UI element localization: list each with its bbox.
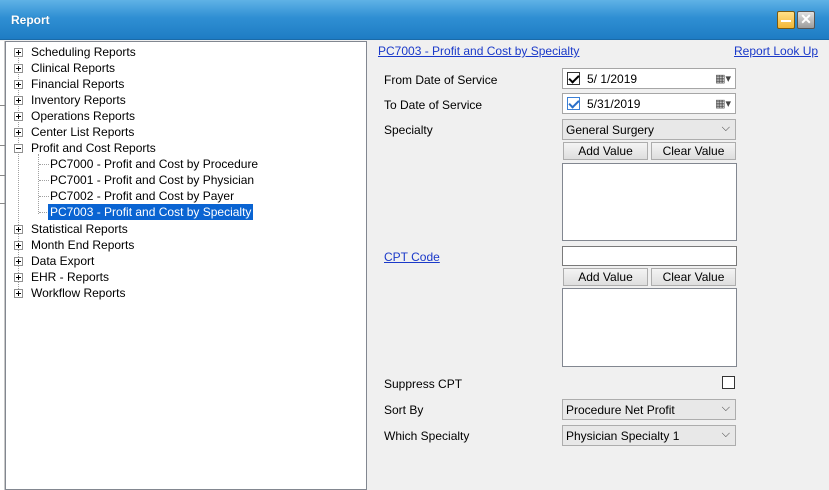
expand-icon[interactable] [14, 128, 23, 137]
tree-item-label[interactable]: Month End Reports [31, 237, 134, 253]
from-date-picker[interactable]: 5/ 1/2019 ▦▾ [562, 68, 736, 89]
sort-by-select[interactable]: Procedure Net Profit ⌵ [562, 399, 736, 420]
from-date-label: From Date of Service [384, 73, 498, 87]
report-tree[interactable]: Scheduling Reports Clinical Reports Fina… [5, 41, 367, 490]
from-date-checkbox[interactable] [567, 72, 580, 85]
from-date-value: 5/ 1/2019 [587, 72, 638, 86]
expand-icon[interactable] [14, 80, 23, 89]
tree-item-label[interactable]: EHR - Reports [31, 269, 109, 285]
expand-icon[interactable] [14, 96, 23, 105]
tree-item-label[interactable]: Profit and Cost Reports [31, 140, 156, 156]
title-bar: Report ✕ [0, 0, 829, 40]
to-date-picker[interactable]: 5/31/2019 ▦▾ [562, 93, 736, 114]
tree-item-label[interactable]: Statistical Reports [31, 221, 128, 237]
tree-item-label[interactable]: Center List Reports [31, 124, 134, 140]
expand-icon[interactable] [14, 257, 23, 266]
which-specialty-select[interactable]: Physician Specialty 1 ⌵ [562, 425, 736, 446]
tree-child-pc7003-selected[interactable]: PC7003 - Profit and Cost by Specialty [48, 204, 254, 220]
tree-item-label[interactable]: Operations Reports [31, 108, 135, 124]
sort-by-label: Sort By [384, 403, 424, 417]
close-icon[interactable]: ✕ [797, 11, 815, 29]
chevron-down-icon[interactable]: ⌵ [722, 428, 730, 441]
window-title: Report [11, 13, 50, 27]
specialty-clear-value-button[interactable]: Clear Value [651, 142, 736, 160]
cpt-clear-value-button[interactable]: Clear Value [651, 268, 736, 286]
tree-item-label[interactable]: Clinical Reports [31, 60, 115, 76]
report-lookup-link[interactable]: Report Look Up [734, 44, 818, 58]
tree-item-label[interactable]: Financial Reports [31, 76, 124, 92]
tree-child-pc7000[interactable]: PC7000 - Profit and Cost by Procedure [50, 156, 258, 172]
expand-icon[interactable] [14, 225, 23, 234]
cpt-code-input[interactable] [562, 246, 737, 266]
suppress-cpt-label: Suppress CPT [384, 377, 463, 391]
tree-item-label[interactable]: Workflow Reports [31, 285, 125, 301]
collapse-icon[interactable] [14, 144, 23, 153]
tree-child-pc7002[interactable]: PC7002 - Profit and Cost by Payer [50, 188, 234, 204]
expand-icon[interactable] [14, 64, 23, 73]
expand-icon[interactable] [14, 241, 23, 250]
calendar-icon[interactable]: ▦▾ [715, 97, 731, 110]
report-parameters-panel: PC7003 - Profit and Cost by Specialty Re… [367, 41, 829, 490]
cpt-values-list[interactable] [562, 288, 737, 367]
to-date-checkbox[interactable] [567, 97, 580, 110]
chevron-down-icon[interactable]: ⌵ [722, 402, 730, 415]
to-date-value: 5/31/2019 [587, 97, 641, 111]
which-specialty-label: Which Specialty [384, 429, 470, 443]
tree-child-pc7001[interactable]: PC7001 - Profit and Cost by Physician [50, 172, 254, 188]
chevron-down-icon[interactable]: ⌵ [722, 122, 730, 135]
expand-icon[interactable] [14, 273, 23, 282]
report-title-link[interactable]: PC7003 - Profit and Cost by Specialty [378, 44, 579, 58]
specialty-value: General Surgery [566, 123, 655, 137]
specialty-values-list[interactable] [562, 163, 737, 241]
which-specialty-value: Physician Specialty 1 [566, 429, 680, 443]
suppress-cpt-checkbox[interactable] [722, 376, 735, 389]
calendar-icon[interactable]: ▦▾ [715, 72, 731, 85]
minimize-icon[interactable] [777, 11, 795, 29]
tree-item-label[interactable]: Data Export [31, 253, 94, 269]
sort-by-value: Procedure Net Profit [566, 403, 675, 417]
expand-icon[interactable] [14, 289, 23, 298]
specialty-label: Specialty [384, 123, 433, 137]
to-date-label: To Date of Service [384, 98, 483, 112]
expand-icon[interactable] [14, 48, 23, 57]
tree-item-label[interactable]: Scheduling Reports [31, 44, 136, 60]
expand-icon[interactable] [14, 112, 23, 121]
cpt-add-value-button[interactable]: Add Value [563, 268, 648, 286]
specialty-add-value-button[interactable]: Add Value [563, 142, 648, 160]
tree-item-label[interactable]: Inventory Reports [31, 92, 126, 108]
report-window: Report ✕ Scheduling Reports Clinical Rep… [0, 0, 829, 490]
specialty-select[interactable]: General Surgery ⌵ [562, 119, 736, 140]
cpt-code-link[interactable]: CPT Code [384, 250, 440, 264]
